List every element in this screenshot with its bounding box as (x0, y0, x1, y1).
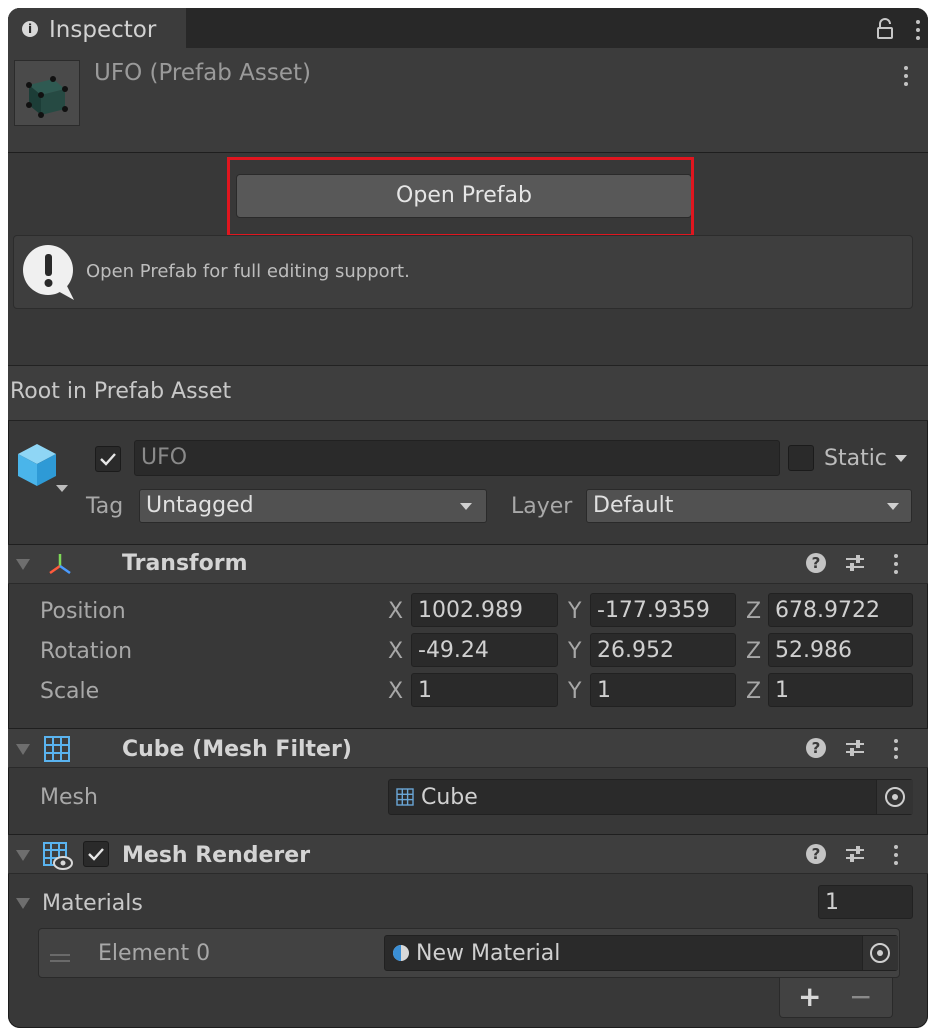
static-dropdown-icon[interactable] (895, 455, 907, 462)
scale-x-label[interactable]: X (388, 679, 403, 704)
layer-label: Layer (511, 494, 573, 519)
rotation-y-label[interactable]: Y (568, 639, 581, 664)
position-y-field[interactable]: -177.9359 (590, 593, 736, 627)
tag-chevron-down-icon (460, 503, 472, 510)
mesh-renderer-menu-icon[interactable] (893, 845, 899, 865)
mesh-filter-presets-icon[interactable] (844, 737, 866, 759)
rotation-z-label[interactable]: Z (746, 639, 761, 664)
position-x-field[interactable]: 1002.989 (411, 593, 558, 627)
mesh-filter-icon (44, 736, 70, 762)
root-label: Root in Prefab Asset (10, 379, 232, 404)
position-y-label[interactable]: Y (568, 599, 581, 624)
inspector-window: i Inspector UFO (Prefab Asset) Open Pref… (8, 8, 928, 1028)
position-z-label[interactable]: Z (746, 599, 761, 624)
scale-label: Scale (40, 679, 100, 704)
mesh-value: Cube (421, 785, 478, 810)
add-element-button[interactable]: + (798, 980, 821, 1013)
mesh-filter-foldout-icon[interactable] (16, 744, 30, 755)
mesh-filter-title: Cube (Mesh Filter) (122, 737, 352, 762)
remove-element-button[interactable]: − (849, 980, 872, 1013)
materials-size-field[interactable]: 1 (818, 885, 913, 919)
drag-handle-icon[interactable] (50, 948, 70, 962)
scale-x-field[interactable]: 1 (411, 673, 558, 707)
info-icon: i (22, 21, 38, 37)
mesh-renderer-title: Mesh Renderer (122, 843, 311, 868)
icon-dropdown-icon[interactable] (56, 485, 68, 492)
layer-dropdown[interactable]: Default (586, 489, 912, 523)
mesh-filter-help-icon[interactable]: ? (806, 738, 826, 758)
mesh-renderer-icon (43, 842, 73, 870)
mesh-label: Mesh (40, 785, 98, 810)
tab-label: Inspector (49, 17, 157, 43)
scale-y-field[interactable]: 1 (590, 673, 736, 707)
rotation-x-label[interactable]: X (388, 639, 403, 664)
transform-presets-icon[interactable] (844, 552, 866, 574)
header-menu-icon[interactable] (903, 66, 909, 86)
materials-label[interactable]: Materials (42, 891, 143, 916)
list-footer (779, 978, 893, 1018)
gameobject-icon (16, 442, 58, 488)
open-prefab-highlight (227, 157, 694, 237)
mesh-filter-menu-icon[interactable] (893, 739, 899, 759)
mesh-renderer-enabled-toggle[interactable] (83, 841, 109, 867)
rotation-x-field[interactable]: -49.24 (411, 633, 558, 667)
scale-y-label[interactable]: Y (568, 679, 581, 704)
scale-z-label[interactable]: Z (746, 679, 761, 704)
element-0-label: Element 0 (98, 941, 211, 966)
mesh-renderer-foldout-icon[interactable] (16, 850, 30, 861)
transform-icon (46, 552, 74, 576)
material-picker-icon[interactable] (862, 936, 898, 970)
rotation-z-field[interactable]: 52.986 (768, 633, 913, 667)
name-field[interactable]: UFO (134, 440, 780, 476)
mesh-picker-icon[interactable] (876, 780, 913, 814)
mesh-grid-icon (396, 788, 414, 806)
static-label[interactable]: Static (824, 446, 887, 471)
help-text: Open Prefab for full editing support. (86, 261, 410, 282)
position-z-field[interactable]: 678.9722 (768, 593, 913, 627)
prefab-thumbnail (14, 60, 80, 126)
rotation-label: Rotation (40, 639, 133, 664)
position-x-label[interactable]: X (388, 599, 403, 624)
transform-foldout-icon[interactable] (16, 559, 30, 570)
rotation-y-field[interactable]: 26.952 (590, 633, 736, 667)
mesh-renderer-help-icon[interactable]: ? (806, 844, 826, 864)
element-0-value: New Material (416, 941, 561, 966)
transform-menu-icon[interactable] (893, 554, 899, 574)
static-checkbox[interactable] (788, 445, 814, 471)
tag-label: Tag (86, 494, 124, 519)
scale-z-field[interactable]: 1 (768, 673, 913, 707)
tab-menu-icon[interactable] (915, 20, 921, 40)
material-sphere-icon (392, 944, 410, 962)
tag-dropdown[interactable]: Untagged (139, 489, 487, 523)
warning-icon (22, 244, 76, 302)
lock-icon[interactable] (876, 18, 894, 40)
asset-title: UFO (Prefab Asset) (94, 60, 311, 86)
layer-chevron-down-icon (887, 503, 899, 510)
position-label: Position (40, 599, 126, 624)
mesh-renderer-presets-icon[interactable] (844, 843, 866, 865)
transform-help-icon[interactable]: ? (806, 553, 826, 573)
materials-foldout-icon[interactable] (16, 898, 30, 909)
active-toggle[interactable] (95, 446, 121, 472)
transform-title: Transform (122, 551, 248, 576)
